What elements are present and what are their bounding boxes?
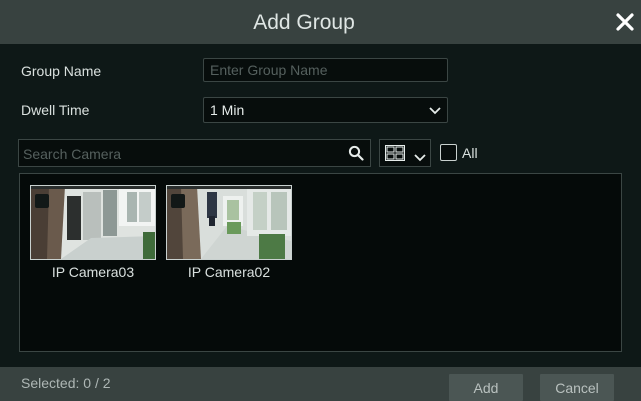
select-all-checkbox[interactable] — [440, 144, 457, 161]
group-name-input[interactable] — [203, 58, 448, 82]
dialog-titlebar: Add Group — [0, 0, 641, 44]
selected-count: Selected: 0 / 2 — [21, 375, 111, 391]
camera-badge-icon — [35, 194, 49, 208]
close-icon[interactable] — [611, 8, 639, 36]
search-icon[interactable] — [348, 145, 364, 166]
search-camera-box — [18, 139, 371, 168]
view-mode-select[interactable] — [379, 139, 431, 167]
search-camera-input[interactable] — [19, 140, 345, 168]
chevron-down-icon — [429, 102, 441, 118]
add-group-dialog: Add Group Group Name Dwell Time 1 Min — [0, 0, 641, 401]
dwell-time-select[interactable]: 1 Min — [203, 97, 448, 123]
select-all-label: All — [462, 145, 478, 161]
camera-badge-icon — [171, 194, 185, 208]
chevron-down-icon — [414, 149, 426, 167]
cancel-button[interactable]: Cancel — [540, 374, 614, 401]
camera-tile-ip-camera03[interactable]: IP Camera03 — [30, 185, 156, 280]
camera-list-panel: IP Camera03 IP Camera02 — [19, 173, 622, 352]
group-name-label: Group Name — [21, 63, 102, 79]
dwell-time-value: 1 Min — [210, 102, 245, 118]
dialog-footer: Selected: 0 / 2 Add Cancel — [0, 367, 641, 401]
camera-thumbnail — [30, 185, 156, 260]
camera-name: IP Camera02 — [187, 264, 271, 280]
add-button[interactable]: Add — [449, 374, 523, 401]
dialog-title: Add Group — [253, 11, 355, 34]
view-mode-icon — [385, 145, 405, 166]
camera-name: IP Camera03 — [51, 264, 135, 280]
camera-thumbnail — [166, 185, 292, 260]
camera-tile-ip-camera02[interactable]: IP Camera02 — [166, 185, 292, 280]
dwell-time-label: Dwell Time — [21, 102, 90, 118]
